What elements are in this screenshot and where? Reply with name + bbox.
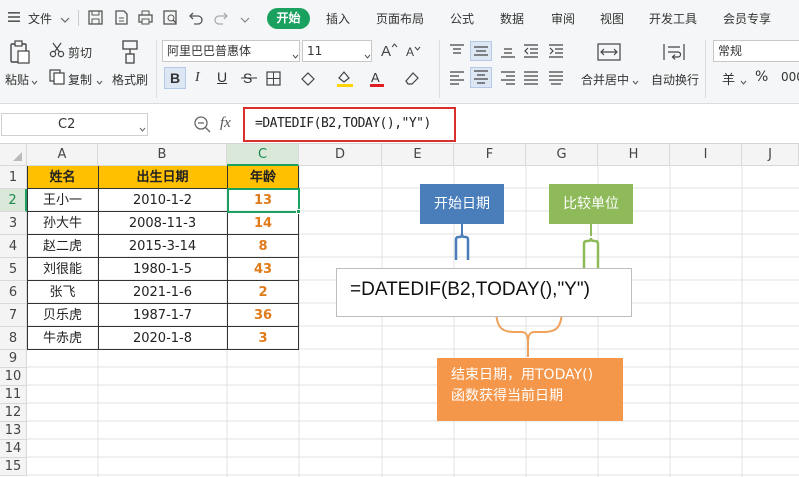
paste-button[interactable]: 粘贴	[5, 71, 29, 88]
formula-text: =DATEDIF(B2,TODAY(),"Y")	[255, 116, 431, 131]
cell-reference: C2	[58, 117, 76, 132]
align-bottom-icon[interactable]	[500, 44, 516, 61]
end-date-line1: 结束日期，用TODAY()	[451, 367, 594, 383]
format-painter-button[interactable]: 格式刷	[112, 71, 148, 88]
increase-font-icon[interactable]: A	[380, 42, 398, 61]
justify-icon[interactable]	[523, 71, 539, 88]
chevron-down-icon[interactable]	[292, 49, 299, 63]
chevron-down-icon[interactable]	[60, 13, 70, 27]
indent-increase-icon[interactable]	[548, 44, 564, 61]
align-middle-icon[interactable]	[470, 41, 492, 61]
function-icon[interactable]: fx	[220, 115, 231, 132]
fill-color-icon[interactable]	[336, 69, 354, 90]
end-date-line2: 函数获得当前日期	[451, 388, 563, 404]
tab-home[interactable]: 开始	[267, 8, 310, 29]
chevron-down-icon[interactable]	[740, 75, 747, 89]
currency-button[interactable]: 羊	[722, 69, 735, 88]
redo-icon[interactable]	[213, 9, 230, 26]
tab-review[interactable]: 审阅	[551, 10, 575, 27]
underline-icon[interactable]: U	[217, 69, 227, 85]
divider	[705, 40, 706, 98]
tab-formulas[interactable]: 公式	[450, 10, 474, 27]
save-icon[interactable]	[87, 9, 104, 26]
clear-format-icon[interactable]	[403, 70, 421, 89]
undo-icon[interactable]	[187, 9, 204, 26]
copy-icon[interactable]	[49, 69, 65, 88]
file-menu[interactable]: 文件	[28, 10, 52, 27]
wrap-text-icon[interactable]	[662, 42, 686, 65]
copy-button[interactable]: 复制	[68, 71, 92, 88]
italic-icon[interactable]: I	[195, 70, 200, 86]
zoom-search-icon[interactable]	[193, 115, 211, 136]
chevron-down-icon[interactable]	[31, 75, 38, 89]
thousands-separator-button[interactable]: 000	[781, 70, 799, 84]
merge-center-icon[interactable]	[597, 42, 621, 65]
indent-decrease-icon[interactable]	[523, 44, 539, 61]
fill-effect-icon[interactable]	[300, 71, 318, 89]
divider	[439, 40, 440, 98]
border-icon[interactable]	[266, 71, 281, 89]
print-preview-icon[interactable]	[162, 9, 179, 26]
tab-page-layout[interactable]: 页面布局	[376, 10, 424, 27]
ribbon-toolbar: 粘贴 剪切 复制 格式刷 阿里巴巴普惠体 11 A A B I U S A 合并…	[0, 36, 799, 104]
strikethrough-icon[interactable]: S	[241, 70, 257, 89]
decrease-font-icon[interactable]: A	[405, 44, 423, 61]
menu-icon[interactable]	[7, 10, 21, 24]
svg-text:A: A	[406, 45, 414, 58]
paste-icon[interactable]	[9, 40, 31, 67]
merge-center-button[interactable]: 合并居中	[581, 71, 629, 88]
chevron-down-icon[interactable]	[632, 75, 639, 89]
cut-button[interactable]: 剪切	[68, 44, 92, 61]
svg-text:A: A	[371, 70, 380, 85]
formula-bar: C2 fx =DATEDIF(B2,TODAY(),"Y")	[0, 104, 799, 144]
wrap-text-button[interactable]: 自动换行	[651, 71, 699, 88]
tab-member[interactable]: 会员专享	[723, 10, 771, 27]
tab-insert[interactable]: 插入	[326, 10, 350, 27]
bold-icon[interactable]: B	[164, 67, 186, 89]
font-color-icon[interactable]: A	[369, 69, 385, 90]
menu-bar: 文件 开始 插入 页面布局 公式 数据 审阅 视图 开发工具 会员专享	[0, 0, 799, 36]
svg-text:A: A	[381, 43, 391, 58]
chevron-down-icon[interactable]	[96, 75, 103, 89]
worksheet-grid[interactable]: A B C D E F G H I J 1 2 3 4 5 6 7 8 9 10…	[0, 144, 799, 477]
font-size-select[interactable]: 11	[302, 40, 372, 62]
chevron-down-icon[interactable]	[364, 49, 371, 63]
tab-data[interactable]: 数据	[500, 10, 524, 27]
tab-view[interactable]: 视图	[600, 10, 624, 27]
align-top-icon[interactable]	[449, 44, 465, 61]
align-left-icon[interactable]	[449, 71, 465, 88]
number-format-select[interactable]: 常规	[713, 40, 799, 62]
tab-developer[interactable]: 开发工具	[649, 10, 697, 27]
spreadsheet-window: 文件 开始 插入 页面布局 公式 数据 审阅 视图 开发工具 会员专享 粘贴 剪…	[0, 0, 799, 477]
divider	[156, 40, 157, 98]
percent-button[interactable]: %	[755, 69, 768, 85]
font-name-select[interactable]: 阿里巴巴普惠体	[162, 40, 300, 62]
format-painter-icon[interactable]	[120, 40, 140, 67]
chevron-down-icon[interactable]	[139, 122, 146, 136]
align-center-icon[interactable]	[470, 67, 492, 88]
chevron-down-icon[interactable]	[240, 13, 250, 27]
end-date-label: 结束日期，用TODAY() 函数获得当前日期	[437, 358, 623, 421]
formula-callout-text: =DATEDIF(B2,TODAY(),"Y")	[350, 279, 590, 300]
cut-icon[interactable]	[49, 42, 65, 61]
align-right-icon[interactable]	[500, 71, 516, 88]
divider	[78, 10, 79, 26]
export-pdf-icon[interactable]	[113, 9, 130, 26]
distributed-align-icon[interactable]	[548, 71, 564, 88]
print-icon[interactable]	[137, 9, 154, 26]
